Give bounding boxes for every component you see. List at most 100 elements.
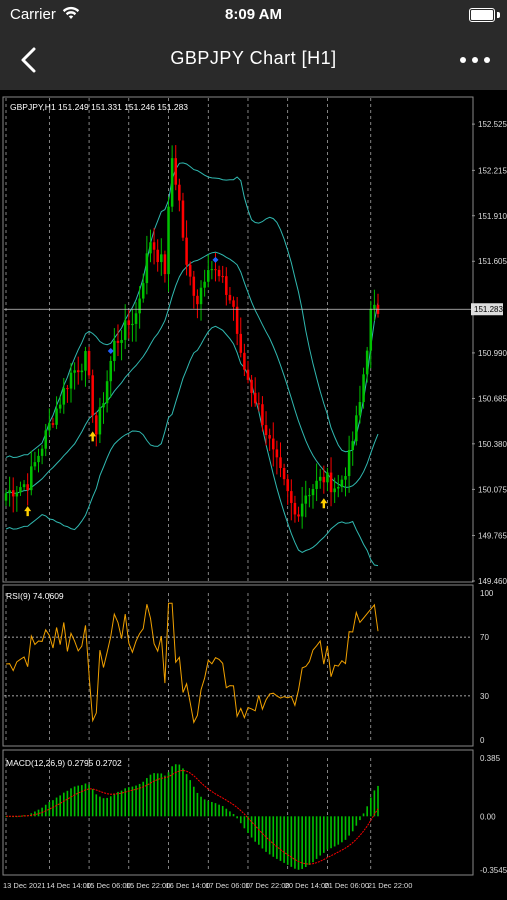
- macd-histogram-bar: [109, 796, 112, 817]
- macd-histogram-bar: [359, 816, 361, 821]
- macd-histogram-bar: [106, 797, 108, 817]
- macd-histogram-bar: [149, 774, 152, 817]
- macd-histogram-bar: [290, 816, 293, 867]
- macd-histogram-bar: [369, 797, 372, 817]
- macd-pane-title: MACD(12,26,9) 0.2795 0.2702: [6, 758, 122, 768]
- time-axis-label: 17 Dec 22:00: [245, 881, 290, 890]
- candle-up: [365, 350, 369, 375]
- status-bar: Carrier 8:09 AM: [0, 0, 507, 30]
- candle-down: [127, 320, 131, 326]
- macd-histogram-bar: [229, 811, 231, 817]
- macd-histogram-bar: [301, 816, 303, 869]
- candle-up: [300, 503, 304, 517]
- macd-histogram-bar: [153, 773, 155, 817]
- price-tick-label: 152.215: [478, 166, 507, 175]
- macd-histogram-bar: [135, 785, 137, 817]
- macd-histogram-bar: [95, 794, 98, 817]
- battery-icon: [469, 8, 495, 22]
- candle-down: [290, 491, 293, 503]
- candle-down: [214, 269, 217, 271]
- candle-up: [315, 480, 318, 489]
- candle-up: [355, 415, 358, 442]
- macd-histogram-bar: [294, 816, 296, 869]
- battery-cap: [497, 12, 500, 18]
- candle-down: [11, 490, 15, 497]
- candle-down: [297, 514, 300, 517]
- macd-histogram-bar: [200, 796, 202, 817]
- time-axis-label: 13 Dec 2021: [3, 881, 46, 890]
- macd-histogram-bar: [337, 816, 340, 845]
- macd-histogram-bar: [265, 816, 267, 852]
- candle-up: [358, 402, 362, 416]
- macd-histogram-bar: [178, 764, 181, 817]
- candle-down: [293, 502, 297, 515]
- candle-down: [174, 158, 178, 185]
- candle-up: [167, 206, 170, 275]
- candle-down: [261, 404, 264, 426]
- candle-down: [51, 423, 55, 425]
- candle-up: [30, 466, 33, 491]
- macd-histogram-bar: [221, 806, 224, 817]
- macd-histogram-bar: [77, 785, 80, 817]
- candle-up: [48, 423, 51, 431]
- candle-up: [362, 374, 365, 403]
- candle-up: [15, 492, 19, 497]
- candle-up: [84, 351, 87, 371]
- candle-down: [217, 269, 221, 277]
- candle-down: [221, 276, 224, 278]
- price-tick-label: 151.910: [478, 212, 507, 221]
- macd-histogram-bar: [236, 816, 238, 819]
- candle-up: [8, 490, 11, 494]
- macd-histogram-bar: [59, 795, 61, 817]
- rsi-tick-label: 70: [480, 633, 489, 642]
- macd-histogram-bar: [232, 814, 235, 817]
- macd-histogram-bar: [348, 816, 350, 836]
- macd-histogram-bar: [283, 816, 285, 863]
- macd-histogram-bar: [366, 806, 368, 817]
- candle-down: [243, 352, 246, 370]
- candle-up: [62, 388, 66, 405]
- macd-histogram-bar: [192, 786, 195, 817]
- candle-up: [123, 320, 127, 340]
- macd-histogram-bar: [52, 800, 54, 817]
- candle-up: [373, 304, 376, 309]
- candle-up: [311, 488, 315, 496]
- macd-histogram-bar: [120, 790, 123, 817]
- candle-up: [55, 408, 58, 425]
- time-axis-label: 15 Dec 22:00: [126, 881, 171, 890]
- macd-tick-label: -0.3545: [480, 866, 507, 875]
- candle-up: [203, 281, 206, 288]
- macd-histogram-bar: [66, 790, 69, 817]
- candle-up: [344, 476, 347, 480]
- main-pane-title: GBPJPY,H1 151.249 151.331 151.246 151.28…: [10, 102, 188, 112]
- candle-down: [257, 403, 261, 405]
- macd-histogram-bar: [272, 816, 275, 857]
- macd-histogram-bar: [319, 816, 322, 856]
- price-chart[interactable]: 100 70 30 0 0.385 0.00 -0.3545 151.283 152.525…: [0, 90, 507, 900]
- time-axis-label: 17 Dec 06:00: [205, 881, 250, 890]
- candle-down: [235, 306, 239, 334]
- macd-histogram-bar: [70, 788, 72, 817]
- macd-histogram-bar: [189, 780, 192, 817]
- macd-histogram-bar: [315, 816, 318, 859]
- more-options-icon[interactable]: [455, 48, 495, 72]
- macd-histogram-bar: [117, 791, 119, 817]
- macd-histogram-bar: [102, 798, 105, 817]
- macd-histogram-bar: [218, 804, 220, 817]
- candle-down: [282, 468, 286, 480]
- time-axis-label: 21 Dec 06:00: [324, 881, 369, 890]
- candle-down: [329, 472, 333, 493]
- macd-histogram-bar: [243, 816, 246, 829]
- candle-down: [253, 392, 257, 404]
- rsi-pane-title: RSI(9) 74.0609: [6, 591, 64, 601]
- macd-histogram-bar: [377, 785, 379, 817]
- macd-tick-label: 0.385: [480, 754, 501, 763]
- candle-down: [87, 351, 91, 376]
- candle-up: [351, 441, 354, 450]
- macd-histogram-bar: [351, 816, 354, 832]
- candle-up: [69, 372, 73, 389]
- candle-down: [279, 457, 282, 469]
- macd-histogram-bar: [203, 799, 206, 817]
- candle-up: [109, 360, 113, 382]
- macd-histogram-bar: [211, 801, 213, 817]
